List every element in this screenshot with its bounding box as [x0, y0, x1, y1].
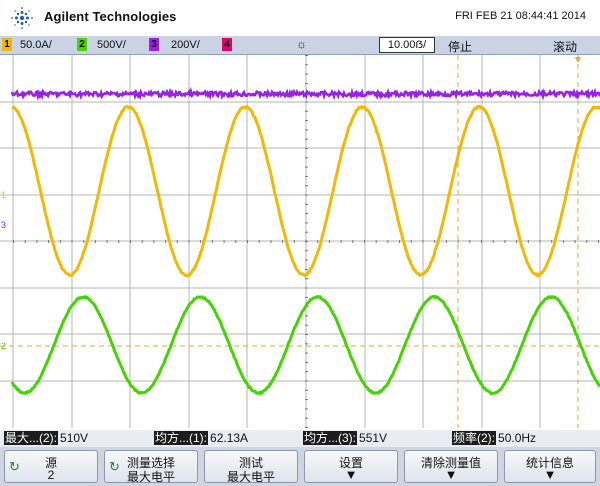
arrow-down-icon: ▼: [543, 467, 557, 482]
agilent-spark-icon: [11, 7, 33, 29]
channel-3-trace: [10, 86, 600, 102]
measurement-3-label: 均方...(3):: [303, 431, 358, 445]
oscilloscope-screen: Agilent Technologies FRI FEB 21 08:44:41…: [0, 0, 600, 486]
waveform-graticule: 1 3 2: [0, 55, 600, 428]
channel-2-marker: 2: [1, 341, 6, 351]
arrow-down-icon: ▼: [344, 467, 358, 482]
header-bar: Agilent Technologies FRI FEB 21 08:44:41…: [0, 0, 600, 36]
measurement-1-value: 510V: [60, 431, 89, 445]
channel-2-badge[interactable]: 2: [77, 38, 87, 51]
measurement-bar: 最大...(2): 510V 均方...(1): 62.13A 均方...(3): 5…: [0, 430, 600, 447]
channel-3-scale: 200V/: [171, 39, 200, 51]
channel-3-marker: 3: [1, 220, 6, 230]
channel-3-badge[interactable]: 3: [149, 38, 159, 51]
measurement-3-value: 551V: [359, 431, 388, 445]
measurement-2-value: 62.13A: [210, 431, 249, 445]
channel-4-badge[interactable]: 4: [222, 38, 232, 51]
measurement-2-label: 均方...(1):: [154, 431, 209, 445]
measurement-4: 频率(2): 50.0Hz: [452, 430, 536, 447]
softkey-clear-measurements[interactable]: 清除测量值 ▼: [404, 450, 498, 483]
measurement-1: 最大...(2): 510V: [4, 430, 88, 447]
arrow-down-icon: ▼: [444, 467, 458, 482]
softkey-bar: ↻ 源 2 ↻ 测量选择 最大电平 测试 最大电平 设置 ▼ 清除测量值 ▼ 统…: [0, 447, 600, 486]
timebase-readout[interactable]: 10.00ẞ/: [379, 37, 435, 53]
softkey-source[interactable]: ↻ 源 2: [4, 450, 98, 483]
measurement-2: 均方...(1): 62.13A: [154, 430, 248, 447]
measurement-1-label: 最大...(2):: [4, 431, 59, 445]
measurement-3: 均方...(3): 551V: [303, 430, 387, 447]
softkey-measure-select-value: 最大电平: [126, 470, 175, 484]
run-status: 停止: [448, 40, 473, 54]
trigger-sun-icon[interactable]: ☼: [296, 37, 307, 51]
waveform-display[interactable]: 1 3 2: [0, 55, 600, 428]
softkey-source-value: 2: [47, 468, 55, 482]
softkey-test[interactable]: 测试 最大电平: [204, 450, 298, 484]
brand-name: Agilent Technologies: [44, 9, 177, 24]
measurement-4-value: 50.0Hz: [498, 431, 537, 445]
measurement-4-label: 频率(2):: [452, 431, 497, 445]
softkey-measure-select[interactable]: ↻ 测量选择 最大电平: [104, 450, 198, 484]
softkey-test-value: 最大电平: [226, 470, 275, 484]
softkey-statistics[interactable]: 统计信息 ▼: [504, 450, 596, 483]
channel-1-marker: 1: [1, 190, 6, 200]
channel-2-scale: 500V/: [97, 39, 126, 51]
channel-1-badge[interactable]: 1: [2, 38, 12, 51]
channel-bar: 1 50.0A/ 2 500V/ 3 200V/ 4 ☼ 10.00ẞ/ 停止 …: [0, 36, 600, 55]
date-time: FRI FEB 21 08:44:41 2014: [455, 10, 586, 22]
channel-1-scale: 50.0A/: [20, 39, 52, 51]
softkey-settings[interactable]: 设置 ▼: [304, 450, 398, 483]
trigger-mode: 滚动: [553, 40, 578, 54]
